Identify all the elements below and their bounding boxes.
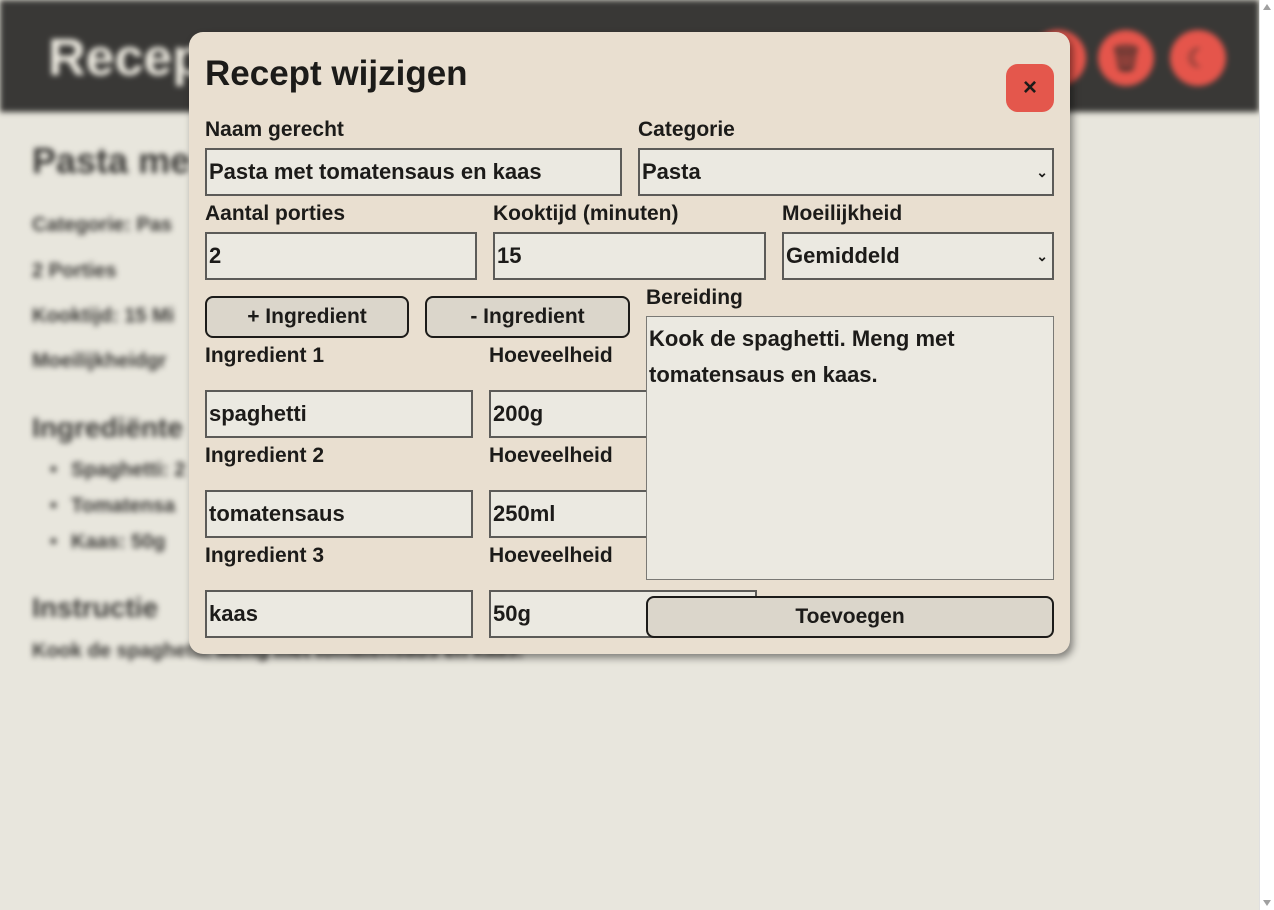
ingredient-list-item: Kaas: 50g <box>50 531 166 554</box>
theme-toggle-button: ☾ <box>1170 30 1226 86</box>
chevron-down-icon: ⌄ <box>1036 164 1048 180</box>
recipe-portions: 2 Porties <box>32 260 117 282</box>
chevron-down-icon: ⌄ <box>1036 248 1048 264</box>
recipe-cooktime: Kooktijd: 15 Mi <box>32 305 175 327</box>
category-label: Categorie <box>638 118 735 141</box>
category-select[interactable]: Pasta ⌄ <box>638 148 1054 196</box>
ingredient-3-input[interactable]: kaas <box>205 590 473 638</box>
category-select-value: Pasta <box>642 159 701 184</box>
ingredient-2-label: Ingredient 2 <box>205 444 325 467</box>
cooktime-input[interactable]: 15 <box>493 232 766 280</box>
trash-icon: 🗑 <box>1109 42 1143 73</box>
edit-recipe-modal: Recept wijzigen × Naam gerecht Pasta met… <box>189 32 1070 654</box>
preparation-label: Bereiding <box>646 286 743 309</box>
ingredient-list-item: Tomatensa <box>50 495 175 518</box>
difficulty-select[interactable]: Gemiddeld ⌄ <box>782 232 1054 280</box>
submit-button[interactable]: Toevoegen <box>646 596 1054 638</box>
difficulty-label: Moeilijkheid <box>782 202 903 225</box>
moon-icon: ☾ <box>1186 42 1210 73</box>
add-ingredient-button[interactable]: + Ingredient <box>205 296 409 338</box>
recipe-difficulty: Moeilijkheidgr <box>32 350 167 372</box>
scroll-up-arrow-icon[interactable] <box>1263 4 1271 10</box>
scroll-down-arrow-icon[interactable] <box>1263 900 1271 906</box>
preparation-textarea[interactable]: Kook de spaghetti. Meng met tomatensaus … <box>646 316 1054 580</box>
close-button[interactable]: × <box>1006 64 1054 112</box>
ingredients-heading: Ingrediënte <box>32 412 183 443</box>
difficulty-select-value: Gemiddeld <box>786 243 900 268</box>
page-scrollbar[interactable] <box>1259 0 1274 910</box>
name-label: Naam gerecht <box>205 118 344 141</box>
amount-3-label: Hoeveelheid <box>489 544 613 567</box>
instructions-heading: Instructie <box>32 592 159 623</box>
modal-title: Recept wijzigen <box>205 54 468 93</box>
cooktime-label: Kooktijd (minuten) <box>493 202 679 225</box>
portions-label: Aantal porties <box>205 202 346 225</box>
delete-button: 🗑 <box>1098 30 1154 86</box>
remove-ingredient-button[interactable]: - Ingredient <box>425 296 630 338</box>
recipe-title: Pasta me <box>32 140 191 181</box>
close-icon: × <box>1022 74 1037 101</box>
name-input[interactable]: Pasta met tomatensaus en kaas <box>205 148 622 196</box>
ingredient-list-item: Spaghetti: 2 <box>50 459 185 482</box>
ingredient-1-label: Ingredient 1 <box>205 344 325 367</box>
ingredient-3-label: Ingredient 3 <box>205 544 325 567</box>
amount-2-label: Hoeveelheid <box>489 444 613 467</box>
ingredient-1-input[interactable]: spaghetti <box>205 390 473 438</box>
ingredient-2-input[interactable]: tomatensaus <box>205 490 473 538</box>
portions-input[interactable]: 2 <box>205 232 477 280</box>
app-title: Recep <box>48 29 205 87</box>
recipe-category: Categorie: Pas <box>32 214 173 236</box>
amount-1-label: Hoeveelheid <box>489 344 613 367</box>
